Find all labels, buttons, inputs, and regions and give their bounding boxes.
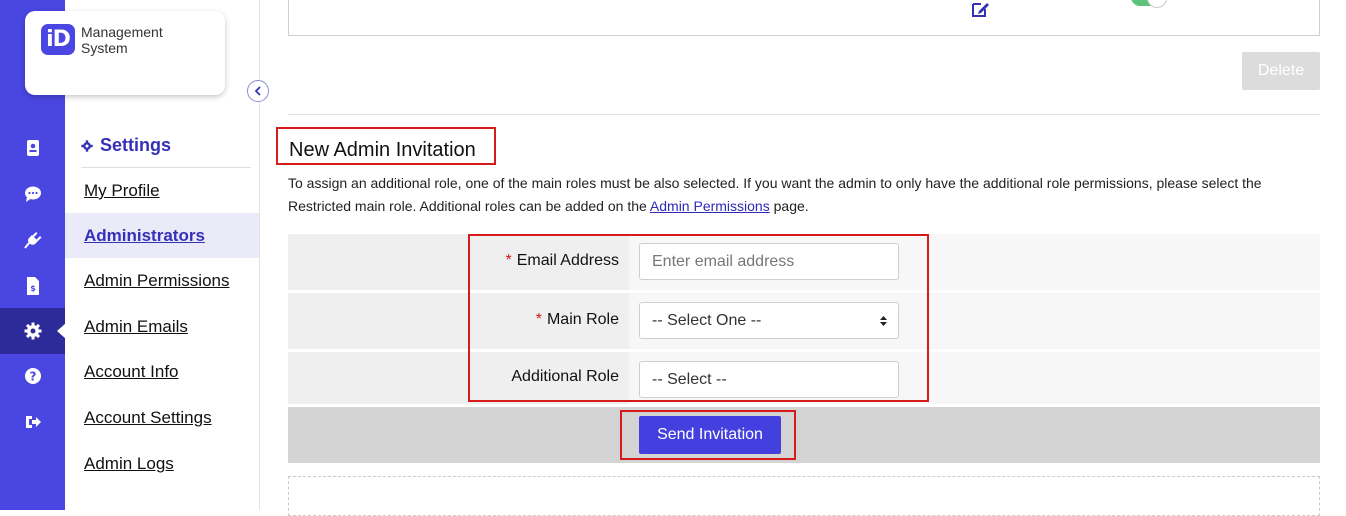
section-divider [288, 114, 1320, 115]
logo-card: iD Management System [25, 11, 225, 95]
gear-icon[interactable] [0, 308, 66, 354]
settings-title: Settings [81, 135, 171, 156]
admin-table-row [288, 0, 1320, 36]
form-highlight [468, 234, 929, 402]
logo-text: Management System [81, 24, 163, 56]
gear-icon [81, 139, 93, 152]
send-bar [288, 407, 1320, 463]
sidebar-item-administrators[interactable]: Administrators [65, 213, 259, 258]
invitation-description: To assign an additional role, one of the… [288, 175, 1262, 214]
chat-icon[interactable] [0, 171, 65, 217]
admin-permissions-link[interactable]: Admin Permissions [650, 198, 770, 214]
invoice-icon[interactable]: $ [0, 263, 65, 309]
sidebar-item-admin-emails[interactable]: Admin Emails [65, 304, 259, 349]
logo-badge: iD [41, 24, 75, 55]
sidebar-item-my-profile[interactable]: My Profile [65, 168, 259, 213]
send-highlight [620, 410, 796, 460]
svg-text:?: ? [29, 370, 36, 384]
chevron-left-icon [254, 86, 261, 96]
id-card-icon[interactable] [0, 125, 65, 171]
sidebar-item-account-info[interactable]: Account Info [65, 349, 259, 394]
help-icon[interactable]: ? [0, 353, 65, 399]
sidebar-item-account-settings[interactable]: Account Settings [65, 395, 259, 440]
delete-button[interactable]: Delete [1242, 52, 1320, 90]
svg-text:$: $ [30, 284, 36, 293]
edit-icon[interactable] [971, 0, 991, 18]
dropzone-area [288, 476, 1320, 516]
plug-icon[interactable] [0, 217, 65, 263]
sidebar-item-admin-logs[interactable]: Admin Logs [65, 441, 259, 486]
status-toggle[interactable] [1131, 0, 1167, 8]
logout-icon[interactable] [0, 399, 65, 445]
sidebar-item-admin-permissions[interactable]: Admin Permissions [65, 258, 259, 303]
sidebar-divider [259, 0, 260, 510]
page-title: New Admin Invitation [289, 139, 476, 161]
collapse-sidebar-button[interactable] [247, 80, 269, 102]
